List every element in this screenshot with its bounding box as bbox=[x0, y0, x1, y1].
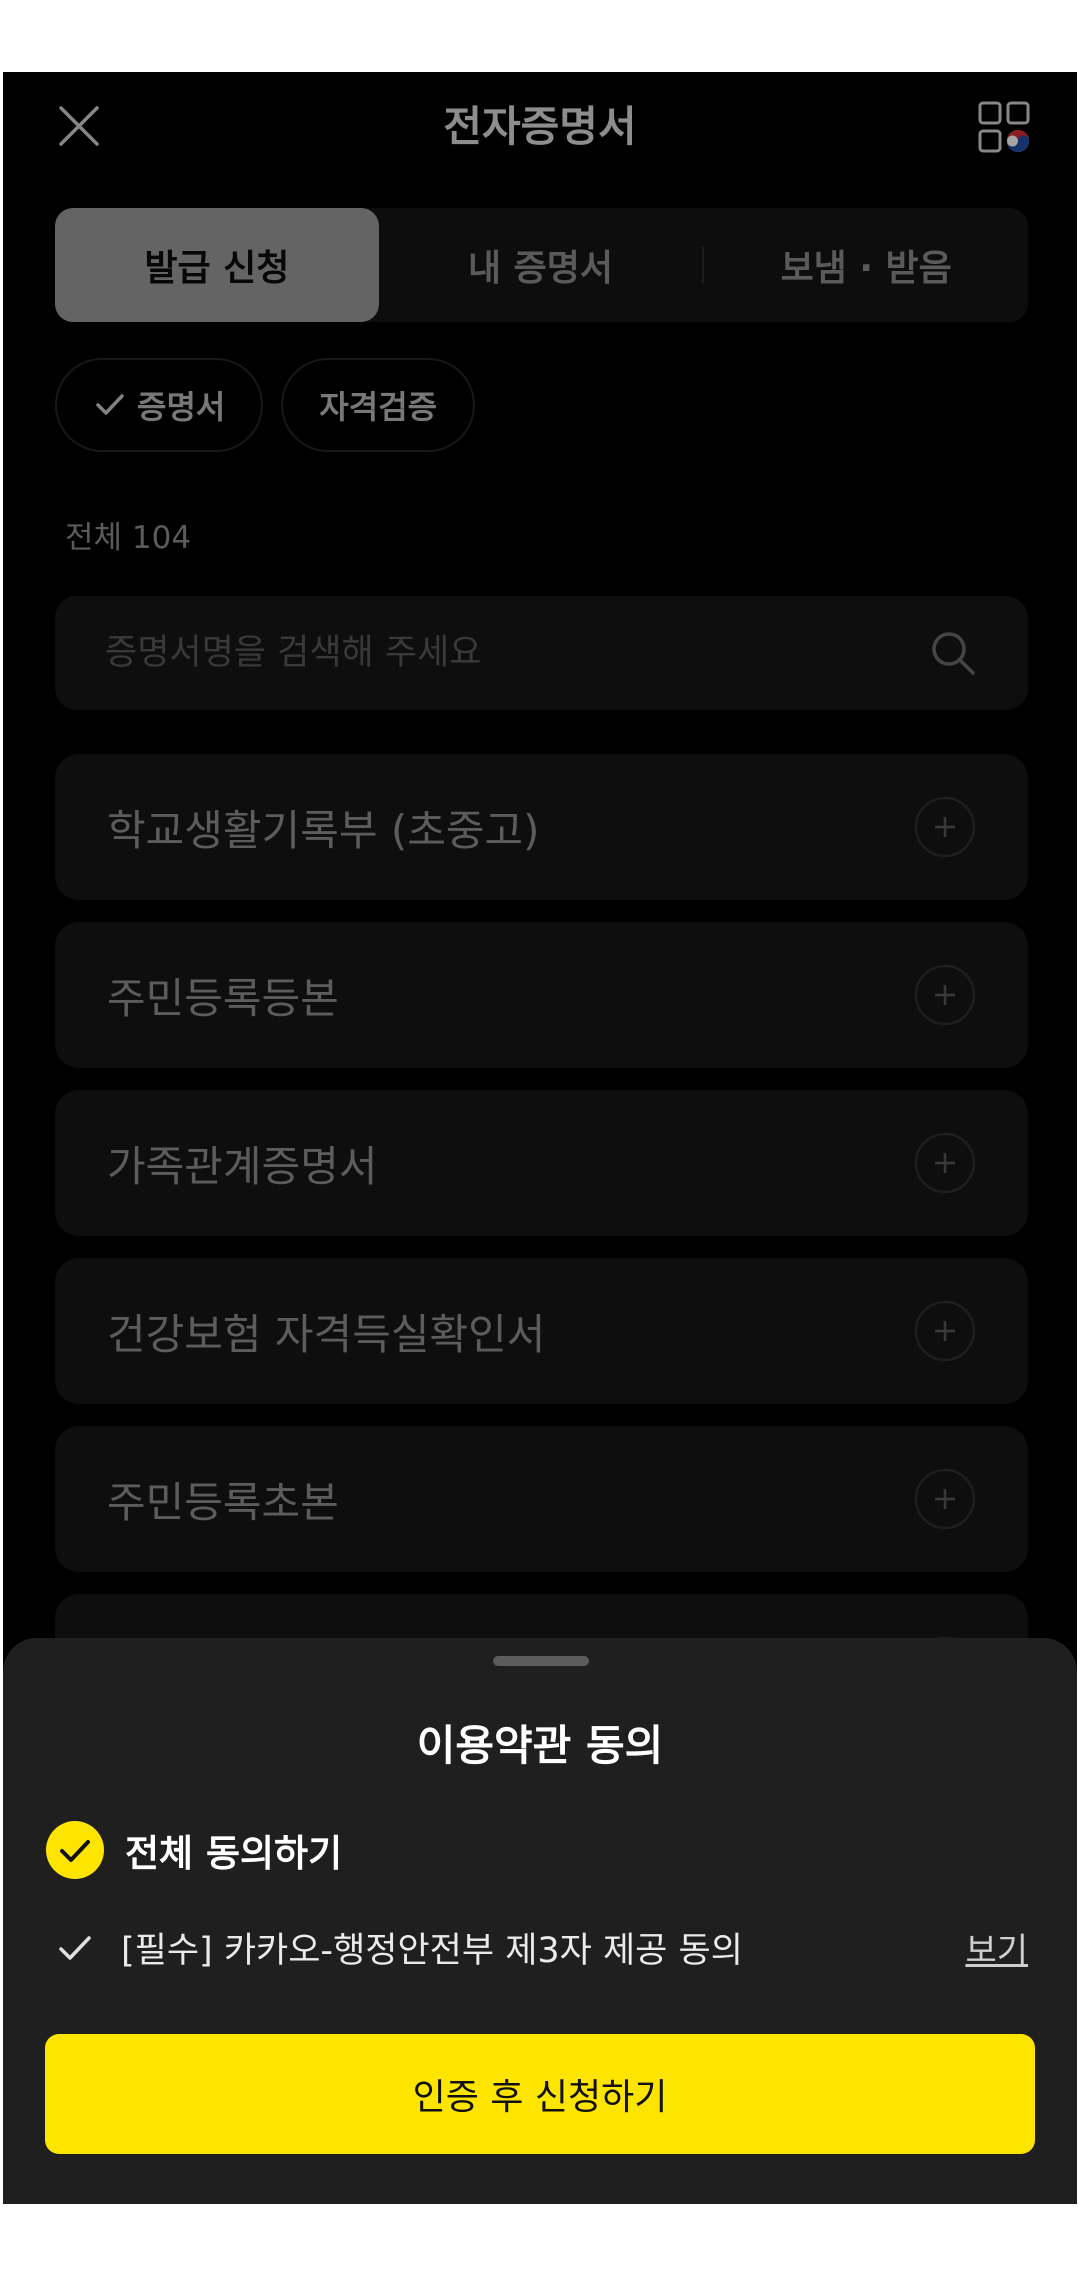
filter-chips: 증명서 자격검증 bbox=[55, 358, 476, 452]
terms-bottom-sheet: 이용약관 동의 전체 동의하기 [필수] 카카오-행정안전부 제3자 제공 동의… bbox=[3, 1638, 1077, 2204]
app-frame: 전자증명서 발급 신청 내 증명서 보냄 · 받음 증명서 자격검증 전체 10… bbox=[3, 72, 1077, 2204]
gov-apps-button[interactable] bbox=[977, 100, 1033, 156]
search-input[interactable] bbox=[105, 633, 928, 673]
page-title: 전자증명서 bbox=[443, 102, 637, 151]
chip-certificate-label: 증명서 bbox=[137, 388, 226, 426]
chip-certificate[interactable]: 증명서 bbox=[55, 358, 264, 452]
list-item-label: 학교생활기록부 (초중고) bbox=[107, 805, 540, 855]
tab-bar: 발급 신청 내 증명서 보냄 · 받음 bbox=[55, 208, 1028, 322]
tab-send-receive[interactable]: 보냄 · 받음 bbox=[704, 208, 1028, 322]
list-item[interactable]: 주민등록초본 bbox=[55, 1426, 1028, 1572]
search-bar bbox=[55, 596, 1028, 710]
list-item[interactable]: 건강보험 자격득실확인서 bbox=[55, 1258, 1028, 1404]
plus-circle-icon[interactable] bbox=[914, 1468, 976, 1530]
agree-all-checkbox[interactable]: 전체 동의하기 bbox=[45, 1820, 342, 1880]
list-item-label: 주민등록초본 bbox=[107, 1477, 339, 1527]
list-item[interactable]: 학교생활기록부 (초중고) bbox=[55, 754, 1028, 900]
agree-all-label: 전체 동의하기 bbox=[125, 1832, 343, 1875]
view-terms-link[interactable]: 보기 bbox=[965, 1923, 1028, 1972]
sheet-title: 이용약관 동의 bbox=[416, 1721, 664, 1770]
verify-and-apply-button[interactable]: 인증 후 신청하기 bbox=[45, 2034, 1035, 2154]
list-item[interactable]: 가족관계증명서 bbox=[55, 1090, 1028, 1236]
check-circle-icon bbox=[46, 1821, 104, 1879]
certificate-list: 학교생활기록부 (초중고) 주민등록등본 가족관계증명서 건강보험 자격득실확인… bbox=[55, 754, 1028, 1762]
chip-qualification-label: 자격검증 bbox=[319, 388, 438, 426]
total-count: 전체 104 bbox=[65, 520, 192, 556]
tab-issue-request[interactable]: 발급 신청 bbox=[55, 208, 379, 322]
sheet-handle[interactable] bbox=[493, 1656, 589, 1666]
korea-gov-apps-icon bbox=[978, 101, 1030, 153]
list-item-label: 가족관계증명서 bbox=[107, 1141, 378, 1191]
term-row: [필수] 카카오-행정안전부 제3자 제공 동의 보기 bbox=[55, 1922, 1028, 1973]
plus-circle-icon[interactable] bbox=[914, 964, 976, 1026]
list-item[interactable]: 주민등록등본 bbox=[55, 922, 1028, 1068]
list-item-label: 주민등록등본 bbox=[107, 973, 339, 1023]
chip-qualification[interactable]: 자격검증 bbox=[281, 358, 476, 452]
term-label: [필수] 카카오-행정안전부 제3자 제공 동의 bbox=[121, 1931, 743, 1971]
search-icon[interactable] bbox=[928, 628, 978, 678]
plus-circle-icon[interactable] bbox=[914, 1300, 976, 1362]
check-icon bbox=[96, 394, 124, 415]
check-icon[interactable] bbox=[55, 1928, 95, 1968]
plus-circle-icon[interactable] bbox=[914, 1132, 976, 1194]
tab-my-certificates[interactable]: 내 증명서 bbox=[379, 208, 703, 322]
list-item-label: 건강보험 자격득실확인서 bbox=[107, 1309, 546, 1359]
plus-circle-icon[interactable] bbox=[914, 796, 976, 858]
